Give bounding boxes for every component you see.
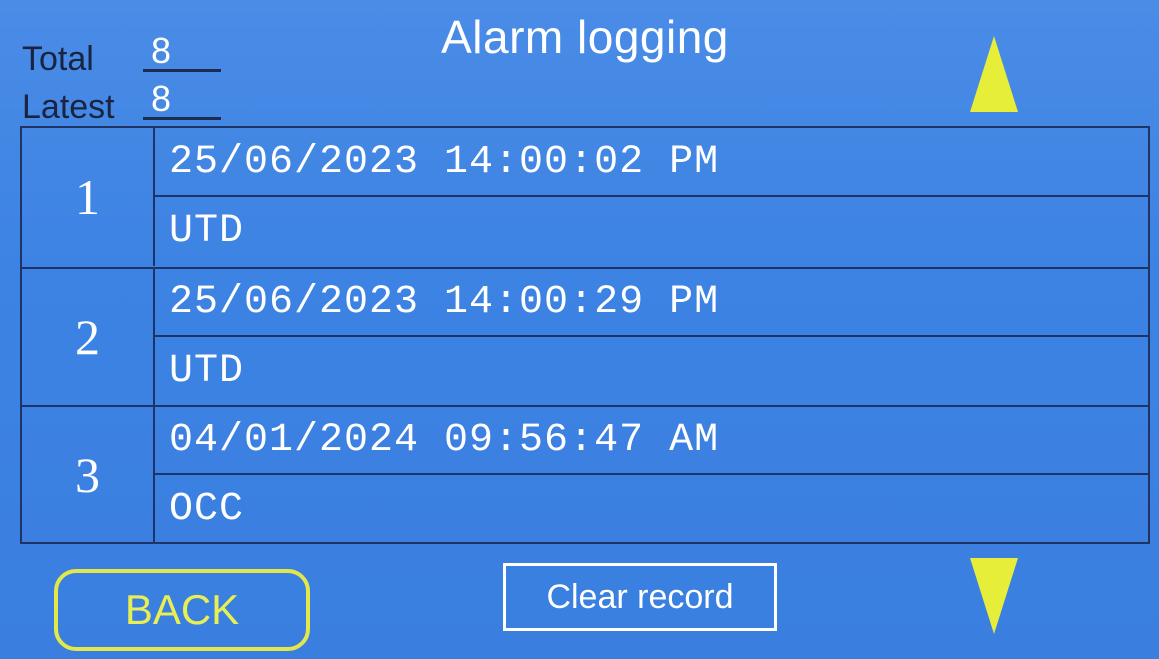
row-index: 1 — [22, 128, 155, 266]
page-title: Alarm logging — [441, 11, 729, 63]
latest-label: Latest — [22, 88, 115, 126]
row-timestamp: 25/06/2023 14:00:29 PM — [155, 268, 1148, 337]
scroll-down-icon[interactable] — [970, 558, 1018, 634]
row-alarm-code: UTD — [169, 209, 245, 254]
row-index: 2 — [22, 268, 155, 406]
total-value: 8 — [143, 30, 221, 72]
alarm-log-table: 1 25/06/2023 14:00:02 PM UTD 2 25/06/202… — [20, 126, 1150, 544]
row-alarm-code: OCC — [169, 487, 245, 532]
latest-value: 8 — [143, 78, 221, 120]
row-timestamp: 25/06/2023 14:00:02 PM — [155, 128, 1148, 197]
row-index: 3 — [22, 406, 155, 544]
log-row: 3 04/01/2024 09:56:47 AM OCC — [22, 406, 1148, 544]
clear-record-button[interactable]: Clear record — [503, 563, 777, 631]
log-row: 1 25/06/2023 14:00:02 PM UTD — [22, 128, 1148, 266]
total-label: Total — [22, 40, 94, 78]
row-alarm-code: UTD — [169, 349, 245, 394]
log-row: 2 25/06/2023 14:00:29 PM UTD — [22, 268, 1148, 406]
scroll-up-icon[interactable] — [970, 36, 1018, 112]
row-timestamp: 04/01/2024 09:56:47 AM — [155, 406, 1148, 475]
back-button[interactable]: BACK — [54, 569, 310, 651]
